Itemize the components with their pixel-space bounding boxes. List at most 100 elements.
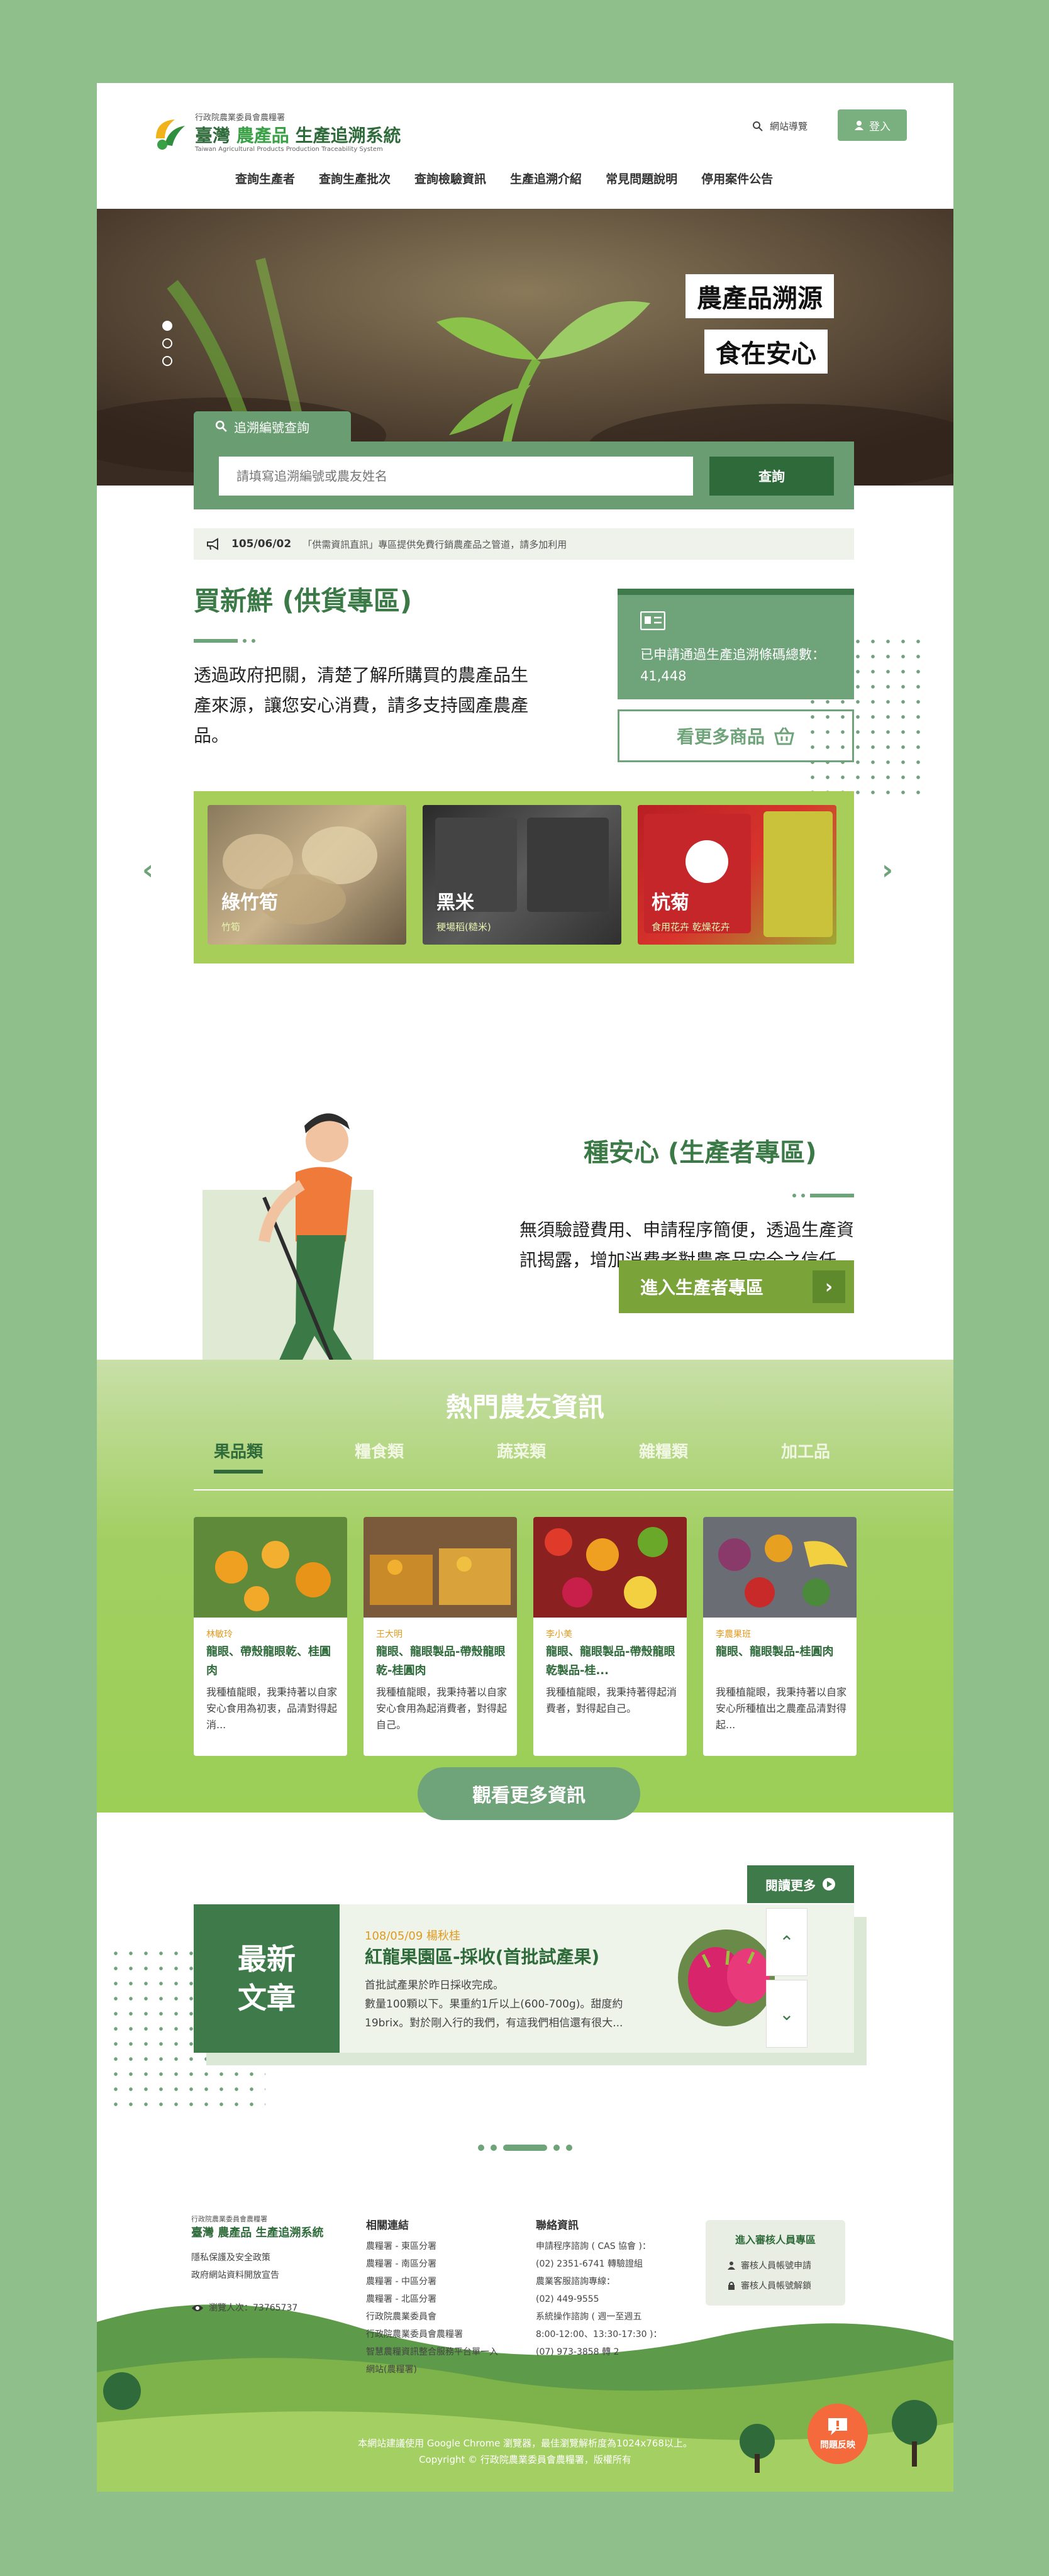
login-label: 登入 [869, 120, 891, 133]
contact-line: (02) 449-9555 [536, 2294, 599, 2304]
pager-dot[interactable] [553, 2145, 560, 2151]
tab-processed[interactable]: 加工品 [781, 1439, 830, 1462]
visitor-count: 瀏覽人次：73765737 [209, 2303, 298, 2313]
related-link[interactable]: 農糧署 - 北區分署 [366, 2290, 504, 2308]
article-date-author: 108/05/09 楊秋桂 [365, 1929, 461, 1943]
title-underline [810, 1194, 854, 1197]
related-link[interactable]: 農糧署 - 東區分署 [366, 2238, 504, 2255]
nav-item-intro[interactable]: 生產追溯介紹 [510, 170, 582, 187]
tab-vegetable[interactable]: 蔬菜類 [497, 1439, 546, 1462]
chevron-right-icon: › [813, 1270, 845, 1303]
related-links: 農糧署 - 東區分署 農糧署 - 南區分署 農糧署 - 中區分署 農糧署 - 北… [366, 2238, 504, 2379]
farmer-info-card[interactable]: 王大明 龍眼、龍眼製品-帶殼龍眼乾-桂圓肉 我種植龍眼，我秉持著以自家安心食用為… [364, 1517, 517, 1756]
site-logo[interactable]: 行政院農業委員會農糧署 臺灣 農產品 生產追溯系統 Taiwan Agricul… [150, 107, 414, 157]
hot-farmer-section: 熱門農友資訊 果品類 糧食類 蔬菜類 雜糧類 加工品 林敏玲 龍眼、帶殼龍眼乾、… [97, 1360, 953, 1813]
carousel-next-button[interactable]: › [882, 854, 893, 886]
carousel-prev-button[interactable]: ‹ [142, 854, 153, 886]
search-input[interactable] [219, 457, 693, 496]
visitor-counter: 瀏覽人次：73765737 [191, 2299, 297, 2317]
product-carousel: 綠竹筍 竹筍 黑米 稉場稻(糙米) 杭菊 食用花卉 乾燥花卉 [194, 791, 854, 963]
related-link[interactable]: 智慧農糧資訊整合服務平台單一入網站(農糧署) [366, 2343, 504, 2379]
reviewer-unlock-label: 審核人員帳號解鎖 [741, 2281, 811, 2291]
article-next-button[interactable]: ⌄ [766, 1980, 808, 2048]
latest-article[interactable]: 最新 文章 108/05/09 楊秋桂 紅龍果園區-採收(首批試產果) 首批試產果… [194, 1904, 854, 2053]
farmer-info-card[interactable]: 李小美 龍眼、龍眼製品-帶殼龍眼乾製品-桂... 我種植龍眼，我秉持著得起消費者… [533, 1517, 687, 1756]
title-underline-dot [801, 1194, 805, 1197]
page: 行政院農業委員會農糧署 臺灣 農產品 生產追溯系統 Taiwan Agricul… [97, 83, 953, 2492]
login-button[interactable]: 登入 [838, 109, 907, 141]
related-link[interactable]: 行政院農業委員會 [366, 2308, 504, 2326]
product-name: 綠竹筍 [221, 892, 278, 914]
mixed-fruit-image [533, 1517, 687, 1618]
reviewer-apply-link[interactable]: 審核人員帳號申請 [727, 2259, 811, 2272]
farmer-info-card[interactable]: 李農果班 龍眼、龍眼製品-桂圓肉 我種植龍眼，我秉持著以自家安心所種植出之農產品… [703, 1517, 857, 1756]
product-category: 食用花卉 乾燥花卉 [652, 921, 730, 933]
news-text: 「供需資訊直訊」專區提供免費行銷農產品之管道，請多加利用 [302, 538, 567, 550]
contact-line: (02) 2351-6741 轉驗證組 [536, 2259, 643, 2269]
tab-grain[interactable]: 糧食類 [355, 1439, 404, 1462]
product-card[interactable]: 黑米 稉場稻(糙米) [423, 805, 621, 945]
contact-line: 申請程序諮詢 ( CAS 協會 )： [536, 2241, 651, 2251]
logo-icon [156, 119, 185, 150]
nav-item-faq[interactable]: 常見問題說明 [606, 170, 677, 187]
contact-line: (07) 973-3858 轉 2 [536, 2347, 619, 2357]
hero-slogan-2: 食在安心 [704, 330, 828, 374]
search-icon [215, 420, 227, 432]
pager-dot-active[interactable] [503, 2145, 547, 2151]
logo-agency: 行政院農業委員會農糧署 [195, 113, 286, 123]
contact-line: 農業客服諮詢專線： [536, 2277, 615, 2287]
header: 行政院農業委員會農糧署 臺灣 農產品 生產追溯系統 Taiwan Agricul… [97, 83, 953, 209]
search-tab[interactable]: 追溯編號查詢 [194, 411, 351, 441]
product-card[interactable]: 杭菊 食用花卉 乾燥花卉 [638, 805, 836, 945]
farmer-info-card[interactable]: 林敏玲 龍眼、帶殼龍眼乾、桂圓肉 我種植龍眼，我秉持著以自家安心食用為初衷，品清… [194, 1517, 347, 1756]
slide-dot-2[interactable] [162, 338, 172, 348]
site-map-link[interactable]: 網站導覽 [752, 119, 808, 133]
reviewer-heading[interactable]: 進入審核人員專區 [706, 2231, 845, 2246]
nav-item-producer[interactable]: 查詢生產者 [235, 170, 295, 187]
farmer-description: 我種植龍眼，我秉持著得起消費者，對得起自己。 [546, 1686, 677, 1714]
pager-dot[interactable] [566, 2145, 572, 2151]
nav-item-batch[interactable]: 查詢生產批次 [319, 170, 391, 187]
open-data-link[interactable]: 政府網站資料開放宣告 [191, 2267, 279, 2284]
product-card[interactable]: 綠竹筍 竹筍 [208, 805, 406, 945]
related-link[interactable]: 農糧署 - 南區分署 [366, 2255, 504, 2273]
logo-en: Taiwan Agricultural Products Production … [195, 146, 383, 153]
logo-title-part2: 生產追溯系統 [295, 125, 401, 146]
search-button[interactable]: 查詢 [709, 457, 834, 496]
news-ticker[interactable]: 105/06/02 「供需資訊直訊」專區提供免費行銷農產品之管道，請多加利用 [194, 528, 854, 560]
tab-miscgrain[interactable]: 雜糧類 [639, 1439, 688, 1462]
farmer-name: 王大明 [376, 1629, 402, 1640]
enter-producer-button[interactable]: 進入生產者專區 › [619, 1260, 854, 1313]
decorative-dots [805, 634, 931, 804]
contact-info: 申請程序諮詢 ( CAS 協會 )： (02) 2351-6741 轉驗證組 農… [536, 2238, 687, 2361]
contact-heading: 聯絡資訊 [536, 2219, 579, 2232]
buy-section-title: 買新鮮 (供貨專區) [194, 586, 413, 616]
related-link[interactable]: 行政院農業委員會農糧署 [366, 2326, 504, 2343]
basket-icon [774, 727, 794, 745]
read-more-button[interactable]: 閱讀更多 [747, 1865, 854, 1903]
main-nav: 查詢生產者 查詢生產批次 查詢檢驗資訊 生產追溯介紹 常見問題說明 停用案件公告 [235, 170, 773, 187]
nav-item-suspended[interactable]: 停用案件公告 [701, 170, 773, 187]
product-category: 稉場稻(糙米) [436, 921, 491, 933]
id-card-icon [640, 611, 665, 630]
more-info-button[interactable]: 觀看更多資訊 [418, 1767, 640, 1820]
enter-producer-label: 進入生產者專區 [640, 1277, 764, 1298]
slide-dot-1[interactable] [162, 321, 172, 331]
related-link[interactable]: 農糧署 - 中區分署 [366, 2273, 504, 2290]
latest-label-line2: 文章 [238, 1981, 296, 2015]
privacy-policy-link[interactable]: 隱私保護及安全政策 [191, 2249, 279, 2267]
latest-label: 最新 文章 [194, 1904, 340, 2053]
pager-dot[interactable] [491, 2145, 497, 2151]
farmer-product-title: 龍眼、龍眼製品-桂圓肉 [716, 1645, 834, 1658]
farmer-product-title: 龍眼、帶殼龍眼乾、桂圓肉 [206, 1645, 331, 1677]
farmer-name: 李農果班 [716, 1629, 751, 1640]
tab-fruit[interactable]: 果品類 [214, 1439, 264, 1474]
slide-dot-3[interactable] [162, 356, 172, 366]
play-circle-icon [823, 1878, 835, 1890]
feedback-button[interactable]: 問題反映 [808, 2404, 868, 2464]
reviewer-unlock-link[interactable]: 審核人員帳號解鎖 [727, 2279, 811, 2292]
pager-dot[interactable] [478, 2145, 484, 2151]
megaphone-icon [207, 538, 218, 550]
article-prev-button[interactable]: ⌃ [766, 1908, 808, 1976]
nav-item-inspection[interactable]: 查詢檢驗資訊 [414, 170, 486, 187]
